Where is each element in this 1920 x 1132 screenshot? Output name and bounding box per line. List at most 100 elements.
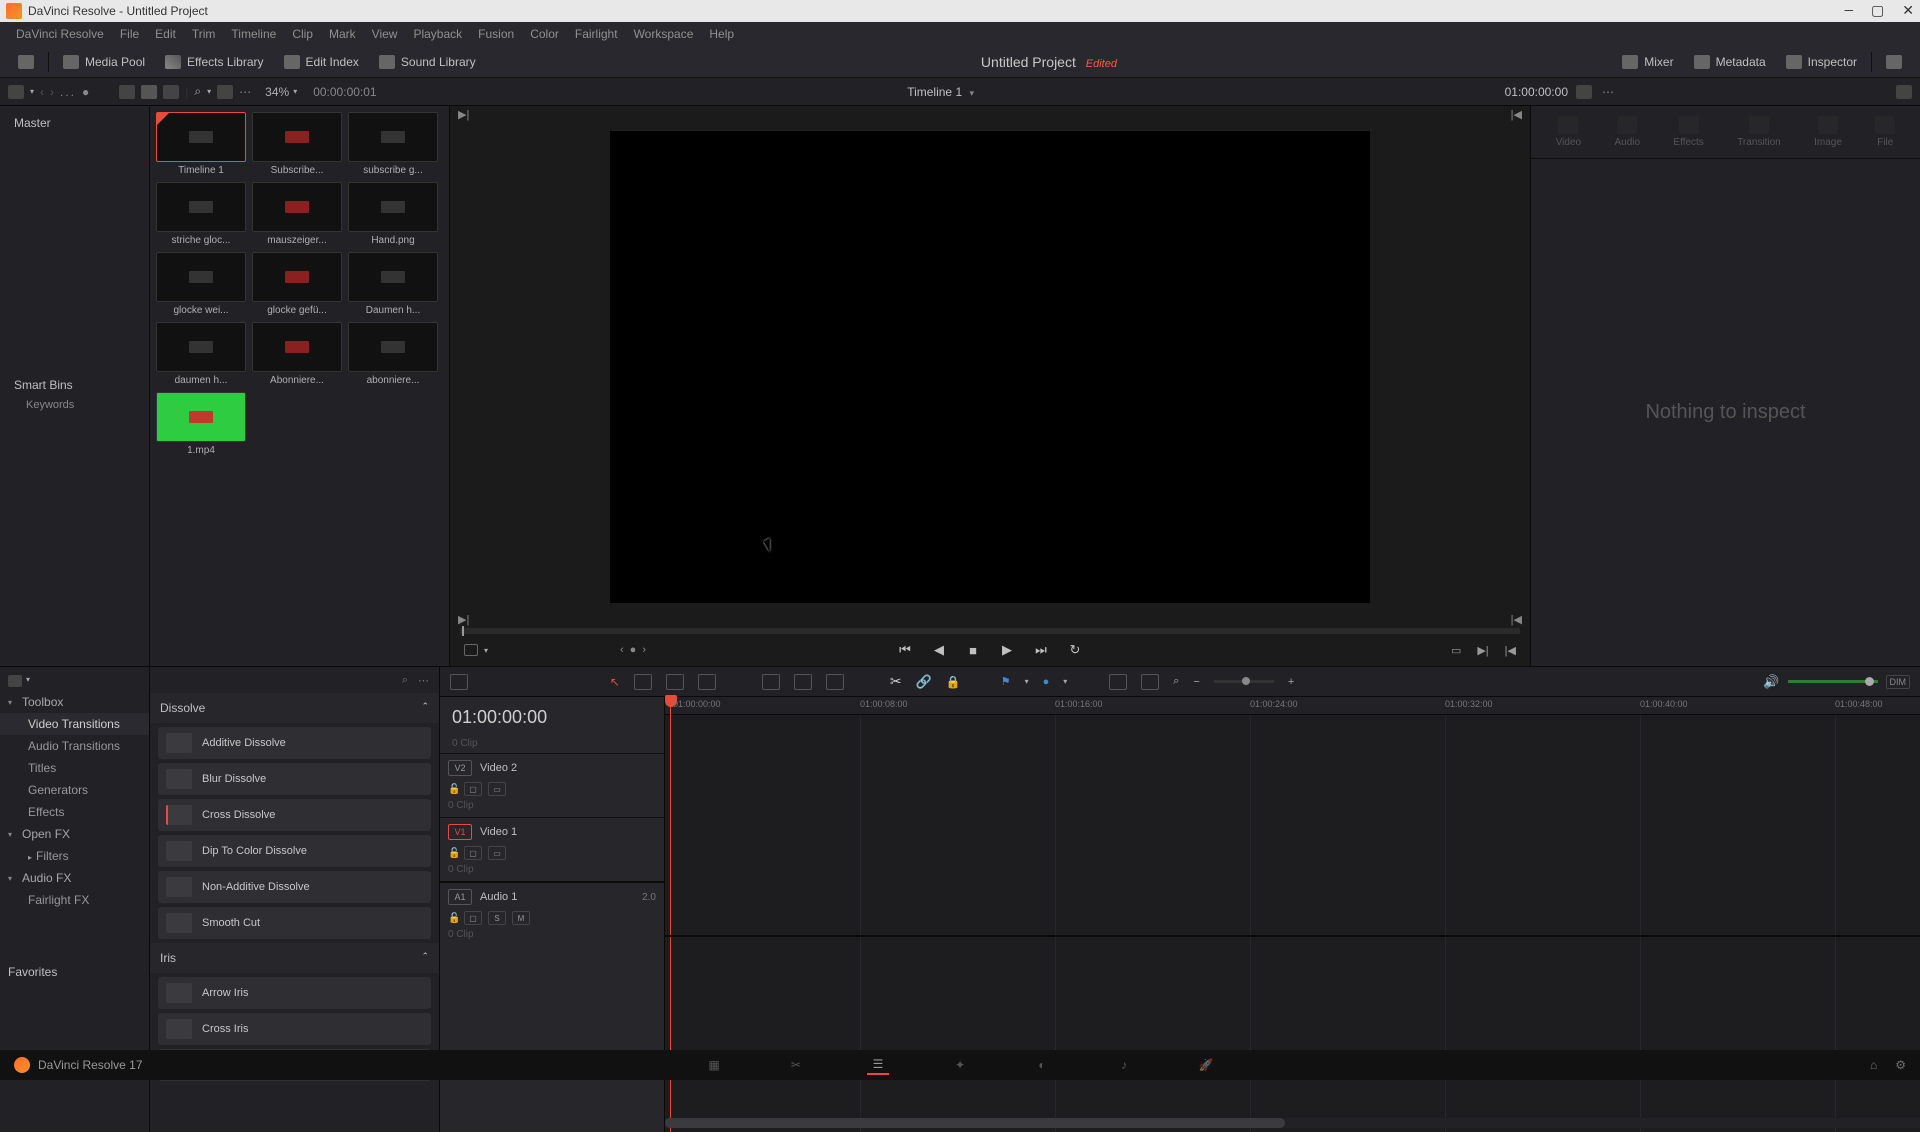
media-clip[interactable]: abonniere... — [348, 322, 438, 386]
replace-clip-icon[interactable] — [826, 674, 844, 690]
media-clip[interactable]: 1.mp4 — [156, 392, 246, 456]
sound-library-button[interactable]: Sound Library — [369, 52, 486, 72]
marker-icon[interactable]: ● — [1043, 676, 1050, 688]
dynamic-trim-icon[interactable] — [666, 674, 684, 690]
razor-icon[interactable]: ✂ — [890, 673, 902, 690]
favorites-header[interactable]: Favorites — [0, 961, 149, 983]
chevron-down-icon[interactable]: ▾ — [207, 87, 211, 96]
media-clip[interactable]: Timeline 1 — [156, 112, 246, 176]
video-transitions-item[interactable]: Video Transitions — [0, 713, 149, 735]
mute-toggle[interactable]: M — [512, 911, 530, 925]
menu-app[interactable]: DaVinci Resolve — [8, 27, 112, 41]
effect-item[interactable]: Cross Dissolve — [158, 799, 431, 831]
media-clip[interactable]: glocke gefü... — [252, 252, 342, 316]
effect-item[interactable]: Dip To Color Dissolve — [158, 835, 431, 867]
timeline-view-icon[interactable] — [450, 674, 468, 690]
chevron-down-icon[interactable]: ▾ — [484, 646, 488, 655]
media-clip[interactable]: Abonniere... — [252, 322, 342, 386]
edit-index-button[interactable]: Edit Index — [274, 52, 369, 72]
effects-item[interactable]: Effects — [0, 801, 149, 823]
search-icon[interactable]: ⌕ — [402, 674, 408, 687]
match-frame-icon[interactable]: ▶| — [458, 613, 469, 626]
auto-select-toggle[interactable]: ▢ — [464, 846, 482, 860]
media-pool-button[interactable]: Media Pool — [53, 52, 155, 72]
media-clip[interactable]: mauszeiger... — [252, 182, 342, 246]
menu-view[interactable]: View — [364, 27, 406, 41]
marker-dot-icon[interactable]: ● — [630, 644, 637, 656]
inspector-tab-video[interactable]: Video — [1556, 116, 1581, 148]
nav-prev-icon[interactable]: ‹ — [40, 85, 44, 99]
effect-item[interactable]: Arrow Iris — [158, 977, 431, 1009]
overwrite-clip-icon[interactable] — [794, 674, 812, 690]
titles-item[interactable]: Titles — [0, 757, 149, 779]
iris-category[interactable]: Iris⌃ — [150, 943, 439, 973]
inspector-expand-icon[interactable] — [1896, 85, 1912, 99]
color-page-icon[interactable]: ◐ — [1031, 1055, 1053, 1075]
more-icon[interactable]: ⋯ — [239, 85, 253, 99]
menu-clip[interactable]: Clip — [284, 27, 321, 41]
sort-icon[interactable] — [217, 85, 233, 99]
menu-fusion[interactable]: Fusion — [470, 27, 522, 41]
menu-trim[interactable]: Trim — [184, 27, 224, 41]
keywords-bin[interactable]: Keywords — [8, 396, 141, 414]
layout-icon[interactable] — [8, 675, 22, 687]
full-extent-icon[interactable]: ▭ — [1451, 644, 1461, 657]
play-button[interactable]: ▶ — [999, 642, 1015, 658]
list-view-icon[interactable] — [119, 85, 135, 99]
menu-fairlight[interactable]: Fairlight — [567, 27, 626, 41]
next-edit-icon[interactable]: ▶| — [1477, 644, 1488, 657]
effect-item[interactable]: Additive Dissolve — [158, 727, 431, 759]
media-clip[interactable]: Daumen h... — [348, 252, 438, 316]
chevron-down-icon[interactable]: ▾ — [293, 87, 297, 96]
link-icon[interactable]: 🔗 — [916, 674, 932, 690]
thumb-view-icon[interactable] — [141, 85, 157, 99]
minus-icon[interactable]: − — [1193, 676, 1199, 688]
smart-bins-header[interactable]: Smart Bins — [8, 374, 141, 396]
viewer-more-icon[interactable]: ⋯ — [1602, 85, 1616, 99]
media-clip[interactable]: daumen h... — [156, 322, 246, 386]
zoom-full-icon[interactable] — [1109, 674, 1127, 690]
timeline-ruler[interactable]: 01:00:00:00 01:00:08:00 01:00:16:00 01:0… — [665, 697, 1920, 715]
chevron-down-icon[interactable]: ▾ — [26, 675, 30, 687]
deliver-page-icon[interactable]: 🚀 — [1195, 1055, 1217, 1075]
maximize-button[interactable]: ▢ — [1871, 3, 1884, 20]
insert-clip-icon[interactable] — [762, 674, 780, 690]
media-clip[interactable]: subscribe g... — [348, 112, 438, 176]
settings-icon[interactable]: ⚙ — [1895, 1058, 1906, 1072]
go-last-icon[interactable]: |◀ — [1511, 108, 1522, 121]
menu-file[interactable]: File — [112, 27, 147, 41]
layout-button[interactable] — [8, 52, 44, 72]
effect-item[interactable]: Blur Dissolve — [158, 763, 431, 795]
track-enable-toggle[interactable]: ▭ — [488, 846, 506, 860]
nav-next-icon[interactable]: › — [50, 85, 54, 99]
strip-view-icon[interactable] — [163, 85, 179, 99]
effect-item[interactable]: Smooth Cut — [158, 907, 431, 939]
filters-item[interactable]: ▸Filters — [0, 845, 149, 867]
match-frame-right-icon[interactable]: |◀ — [1511, 613, 1522, 626]
solo-toggle[interactable]: S — [488, 911, 506, 925]
loop-button[interactable]: ↻ — [1067, 642, 1083, 658]
track-a1[interactable]: A1Audio 12.0 🔓▢SM 0 Clip — [440, 881, 664, 946]
timeline-scrollbar[interactable] — [665, 1118, 1920, 1128]
zoom-slider[interactable] — [1214, 680, 1274, 683]
auto-select-toggle[interactable]: ▢ — [464, 782, 482, 796]
media-clip[interactable]: striche gloc... — [156, 182, 246, 246]
track-v2[interactable]: V2Video 2 🔓▢▭ 0 Clip — [440, 753, 664, 817]
go-first-icon[interactable]: ▶| — [458, 108, 469, 121]
inspector-tab-audio[interactable]: Audio — [1614, 116, 1640, 148]
cut-page-icon[interactable]: ✂ — [785, 1055, 807, 1075]
search-icon[interactable]: ⌕ — [194, 84, 201, 99]
chevron-down-icon[interactable]: ▾ — [1025, 677, 1029, 686]
zoom-detail-icon[interactable] — [1141, 674, 1159, 690]
arm-toggle[interactable]: ▢ — [464, 911, 482, 925]
close-button[interactable]: ✕ — [1902, 3, 1914, 20]
generators-item[interactable]: Generators — [0, 779, 149, 801]
media-page-icon[interactable]: ▦ — [703, 1055, 725, 1075]
openfx-node[interactable]: ▾Open FX — [0, 823, 149, 845]
selection-tool-icon[interactable]: ↖ — [610, 675, 620, 689]
menu-mark[interactable]: Mark — [321, 27, 364, 41]
inspector-tab-transition[interactable]: Transition — [1737, 116, 1781, 148]
zoom-level[interactable]: 34% — [265, 85, 289, 99]
inspector-button[interactable]: Inspector — [1776, 52, 1867, 72]
more-icon[interactable]: ⋯ — [418, 674, 429, 687]
